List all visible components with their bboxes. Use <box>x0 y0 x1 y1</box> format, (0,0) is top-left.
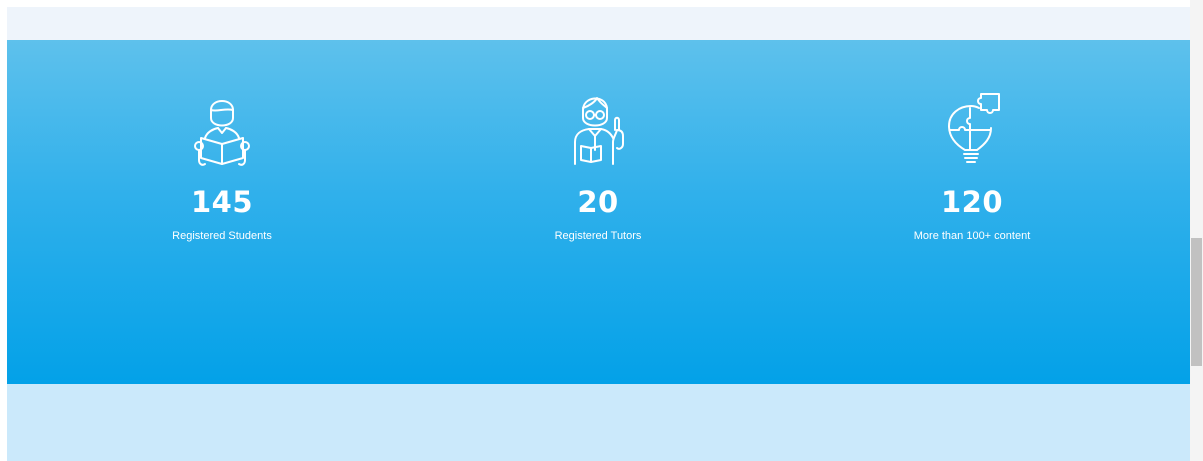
tutor-icon <box>574 97 624 165</box>
stat-value: 145 <box>190 185 254 219</box>
stat-registered-tutors: 20 Registered Tutors <box>448 88 748 243</box>
scrollbar-thumb[interactable] <box>1191 238 1202 366</box>
bottom-section-strip <box>7 384 1190 461</box>
page: 145 Registered Students 20 Registered Tu… <box>0 0 1203 461</box>
stat-label: Registered Students <box>172 230 272 242</box>
student-reading-icon <box>194 100 250 166</box>
stat-label: Registered Tutors <box>554 230 642 242</box>
stat-registered-students: 145 Registered Students <box>72 88 372 243</box>
stat-value: 120 <box>940 185 1004 219</box>
stat-label: More than 100+ content <box>913 230 1031 242</box>
stat-content: 120 More than 100+ content <box>822 88 1122 243</box>
stat-value: 20 <box>577 185 619 219</box>
lightbulb-puzzle-icon <box>948 93 1000 163</box>
top-section-strip <box>7 7 1190 40</box>
vertical-scrollbar[interactable] <box>1190 0 1203 461</box>
